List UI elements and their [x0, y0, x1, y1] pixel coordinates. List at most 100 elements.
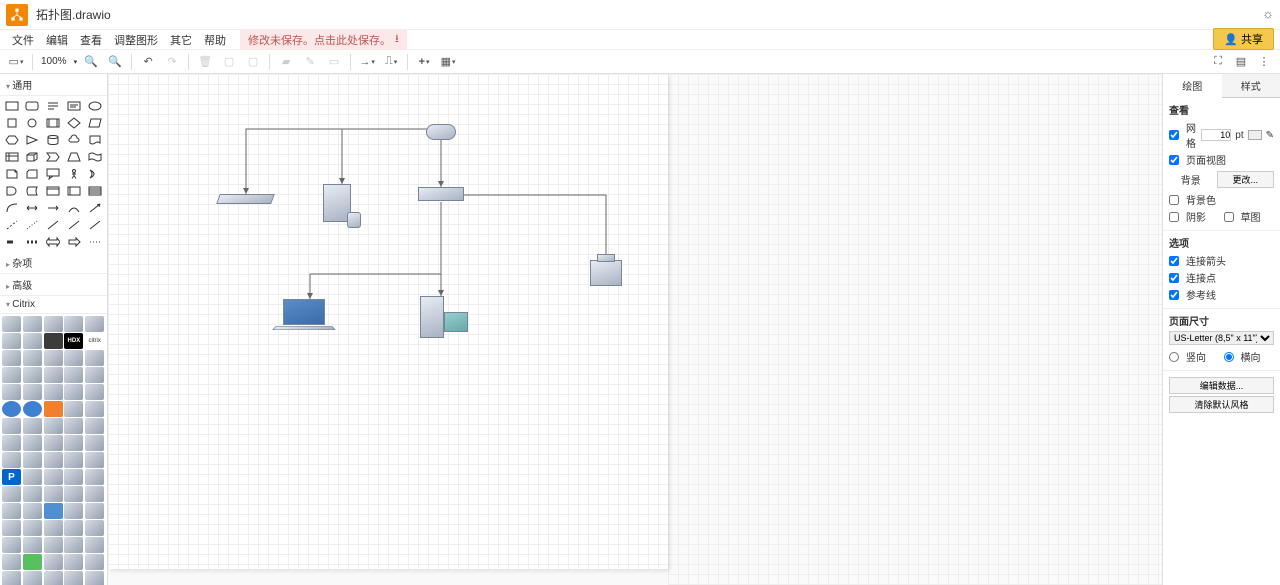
line-color-button[interactable]: ✎	[300, 53, 320, 71]
citrix-shape[interactable]	[64, 554, 83, 570]
citrix-shape[interactable]	[2, 316, 21, 332]
shape-curve[interactable]	[2, 200, 21, 216]
shape-and[interactable]	[2, 183, 21, 199]
citrix-shape[interactable]	[85, 367, 104, 383]
shape-link[interactable]	[64, 200, 83, 216]
citrix-shape[interactable]	[44, 469, 63, 485]
citrix-shape[interactable]	[44, 367, 63, 383]
connection-button[interactable]: →▾	[357, 53, 377, 71]
node-router[interactable]	[426, 124, 456, 140]
zoom-dropdown[interactable]: ▾	[74, 58, 78, 66]
checkbox-sketch[interactable]	[1224, 212, 1234, 222]
edit-data-button[interactable]: 编辑数据...	[1169, 377, 1274, 394]
citrix-shape[interactable]	[64, 350, 83, 366]
citrix-shape[interactable]	[23, 316, 42, 332]
panel-citrix[interactable]: Citrix	[0, 296, 107, 314]
citrix-shape[interactable]	[44, 571, 63, 585]
citrix-shape[interactable]	[85, 384, 104, 400]
citrix-shape[interactable]: citrix	[85, 333, 104, 349]
citrix-shape[interactable]	[2, 384, 21, 400]
shape-directional[interactable]	[85, 200, 104, 216]
checkbox-conn-arrows[interactable]	[1169, 256, 1179, 266]
shape-rounded[interactable]	[23, 98, 42, 114]
citrix-shape[interactable]	[44, 350, 63, 366]
shape-line2[interactable]	[64, 217, 83, 233]
citrix-shape[interactable]	[85, 537, 104, 553]
citrix-shape[interactable]	[23, 333, 42, 349]
citrix-shape[interactable]	[85, 316, 104, 332]
citrix-shape[interactable]	[44, 537, 63, 553]
citrix-shape[interactable]	[44, 435, 63, 451]
shape-triangle[interactable]	[23, 132, 42, 148]
shape-document[interactable]	[85, 132, 104, 148]
citrix-shape[interactable]	[64, 503, 83, 519]
citrix-shape[interactable]	[64, 316, 83, 332]
panel-general[interactable]: 通用	[0, 74, 107, 96]
shape-step[interactable]	[44, 149, 63, 165]
shape-thick[interactable]	[2, 234, 21, 250]
shape-arrow[interactable]	[44, 200, 63, 216]
citrix-shape[interactable]	[44, 401, 63, 417]
citrix-shape[interactable]	[23, 571, 42, 585]
citrix-shape[interactable]	[2, 486, 21, 502]
shape-line[interactable]	[44, 217, 63, 233]
format-toggle-button[interactable]: ▤	[1231, 53, 1251, 71]
shape-line3[interactable]	[85, 217, 104, 233]
citrix-p[interactable]: P	[2, 469, 21, 485]
citrix-shape[interactable]	[2, 367, 21, 383]
citrix-shape[interactable]	[64, 367, 83, 383]
shape-internal[interactable]	[2, 149, 21, 165]
zoom-out-button[interactable]: 🔍	[105, 53, 125, 71]
citrix-shape[interactable]	[64, 520, 83, 536]
shape-process[interactable]	[44, 115, 63, 131]
shape-hexagon[interactable]	[2, 132, 21, 148]
shape-ellipse[interactable]	[85, 98, 104, 114]
citrix-shape[interactable]	[44, 316, 63, 332]
shape-dotted[interactable]	[23, 217, 42, 233]
undo-button[interactable]: ↶	[138, 53, 158, 71]
citrix-shape[interactable]	[85, 452, 104, 468]
citrix-shape[interactable]	[64, 469, 83, 485]
checkbox-conn-points[interactable]	[1169, 273, 1179, 283]
citrix-shape[interactable]	[64, 435, 83, 451]
checkbox-grid[interactable]	[1169, 130, 1179, 140]
citrix-shape[interactable]	[44, 503, 63, 519]
checkbox-guides[interactable]	[1169, 290, 1179, 300]
shape-tape[interactable]	[85, 149, 104, 165]
redo-button[interactable]: ↷	[162, 53, 182, 71]
shape-dashed[interactable]	[2, 217, 21, 233]
theme-toggle-icon[interactable]: ☼	[1262, 6, 1274, 21]
menu-edit[interactable]: 编辑	[40, 32, 74, 48]
citrix-shape[interactable]	[44, 486, 63, 502]
citrix-shape[interactable]	[2, 452, 21, 468]
citrix-shape[interactable]	[64, 537, 83, 553]
citrix-shape[interactable]	[85, 418, 104, 434]
shape-text[interactable]	[44, 98, 63, 114]
shape-or[interactable]	[85, 166, 104, 182]
shape-bidir-big[interactable]	[44, 234, 63, 250]
clear-style-button[interactable]: 清除默认风格	[1169, 396, 1274, 413]
citrix-shape[interactable]	[44, 452, 63, 468]
citrix-shape[interactable]	[44, 384, 63, 400]
citrix-shape[interactable]	[23, 401, 42, 417]
citrix-shape[interactable]	[2, 537, 21, 553]
zoom-value[interactable]: 100%	[39, 56, 69, 67]
citrix-shape[interactable]	[2, 554, 21, 570]
shape-rectangle[interactable]	[2, 98, 21, 114]
citrix-shape[interactable]	[2, 333, 21, 349]
table-button[interactable]: ▦▾	[438, 53, 458, 71]
to-back-button[interactable]: ▢	[243, 53, 263, 71]
menu-arrange[interactable]: 调整图形	[108, 32, 164, 48]
shape-trapezoid[interactable]	[64, 149, 83, 165]
shape-arrow-big[interactable]	[64, 234, 83, 250]
node-switch[interactable]	[418, 187, 464, 201]
outline-toggle-button[interactable]: ⋮	[1254, 53, 1274, 71]
citrix-shape[interactable]	[2, 571, 21, 585]
citrix-shape[interactable]	[2, 520, 21, 536]
citrix-hdx[interactable]: HDX	[64, 333, 83, 349]
fullscreen-button[interactable]: ⛶	[1208, 53, 1228, 71]
citrix-shape[interactable]	[23, 418, 42, 434]
citrix-shape[interactable]	[23, 384, 42, 400]
shape-square[interactable]	[2, 115, 21, 131]
citrix-shape[interactable]	[23, 469, 42, 485]
